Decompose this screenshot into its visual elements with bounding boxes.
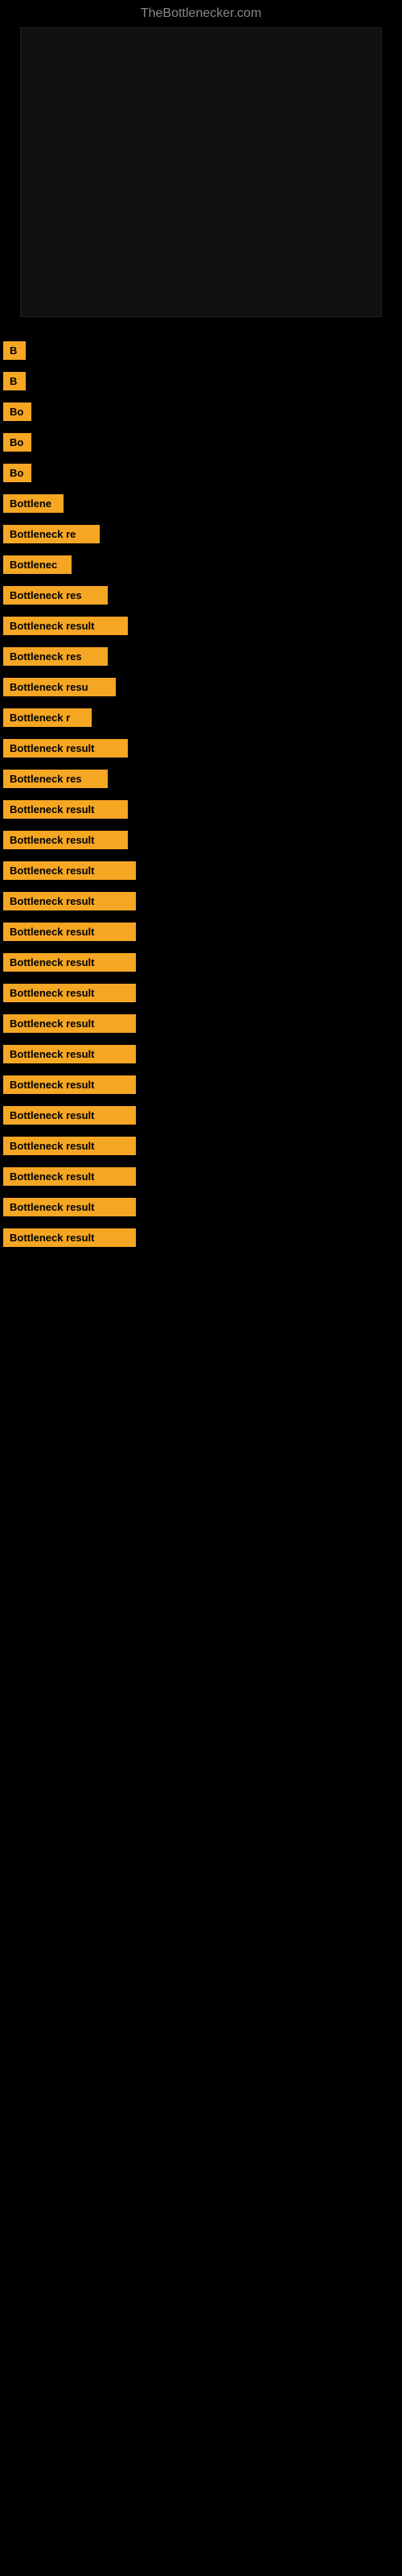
result-row: Bottleneck result <box>3 1228 399 1251</box>
bottleneck-result-badge: Bottleneck resu <box>3 678 116 696</box>
result-row: Bottleneck result <box>3 1014 399 1037</box>
bottleneck-result-badge: Bottleneck result <box>3 739 128 758</box>
bottleneck-result-badge: Bottleneck result <box>3 1106 136 1125</box>
bottleneck-result-badge: Bottleneck re <box>3 525 100 543</box>
bottleneck-result-badge: Bottleneck res <box>3 586 108 605</box>
bottleneck-result-badge: Bottleneck res <box>3 647 108 666</box>
result-row: Bo <box>3 464 399 486</box>
result-row: B <box>3 341 399 364</box>
result-row: Bottleneck result <box>3 1167 399 1190</box>
bottleneck-result-badge: Bottleneck result <box>3 1198 136 1216</box>
result-row: Bottleneck res <box>3 586 399 609</box>
bottleneck-result-badge: Bo <box>3 402 31 421</box>
result-row: Bo <box>3 433 399 456</box>
result-row: Bottleneck result <box>3 617 399 639</box>
result-row: Bo <box>3 402 399 425</box>
bottleneck-result-badge: Bottleneck result <box>3 1228 136 1247</box>
result-row: Bottleneck result <box>3 892 399 914</box>
result-row: Bottleneck result <box>3 831 399 853</box>
result-row: Bottleneck result <box>3 1137 399 1159</box>
result-row: Bottleneck result <box>3 984 399 1006</box>
bottleneck-result-badge: Bottleneck result <box>3 1014 136 1033</box>
result-row: Bottleneck result <box>3 953 399 976</box>
bottleneck-result-badge: Bottleneck result <box>3 800 128 819</box>
result-row: Bottleneck re <box>3 525 399 547</box>
bottleneck-result-badge: B <box>3 341 26 360</box>
result-row: B <box>3 372 399 394</box>
bottleneck-result-badge: Bottleneck result <box>3 1045 136 1063</box>
bottleneck-result-badge: Bottlenec <box>3 555 72 574</box>
bottleneck-result-badge: Bottleneck result <box>3 892 136 910</box>
bottleneck-result-badge: Bottlene <box>3 494 64 513</box>
result-row: Bottleneck result <box>3 923 399 945</box>
result-row: Bottlene <box>3 494 399 517</box>
result-row: Bottleneck result <box>3 739 399 762</box>
results-container: BB Bo Bo Bo Bottlene Bottleneck re Bottlenec Bo… <box>0 341 402 1251</box>
result-row: Bottleneck result <box>3 800 399 823</box>
bottleneck-result-badge: Bo <box>3 433 31 452</box>
bottleneck-result-badge: B <box>3 372 26 390</box>
result-row: Bottleneck result <box>3 1198 399 1220</box>
result-row: Bottleneck result <box>3 1045 399 1067</box>
result-row: Bottleneck result <box>3 1075 399 1098</box>
bottleneck-result-badge: Bottleneck result <box>3 617 128 635</box>
page-wrapper: TheBottlenecker.com BB Bo Bo Bo Bottlene Bott… <box>0 0 402 1251</box>
result-row: Bottleneck result <box>3 861 399 884</box>
bottleneck-result-badge: Bottleneck result <box>3 831 128 849</box>
bottleneck-result-badge: Bottleneck result <box>3 923 136 941</box>
bottleneck-result-badge: Bottleneck res <box>3 770 108 788</box>
bottleneck-result-badge: Bo <box>3 464 31 482</box>
result-row: Bottleneck res <box>3 770 399 792</box>
chart-area <box>0 27 402 333</box>
result-row: Bottlenec <box>3 555 399 578</box>
bottleneck-result-badge: Bottleneck result <box>3 1167 136 1186</box>
result-row: Bottleneck res <box>3 647 399 670</box>
bottleneck-result-badge: Bottleneck result <box>3 1137 136 1155</box>
chart-inner <box>20 27 382 317</box>
bottleneck-result-badge: Bottleneck result <box>3 984 136 1002</box>
bottleneck-result-badge: Bottleneck result <box>3 953 136 972</box>
bottleneck-result-badge: Bottleneck r <box>3 708 92 727</box>
bottleneck-result-badge: Bottleneck result <box>3 861 136 880</box>
bottleneck-result-badge: Bottleneck result <box>3 1075 136 1094</box>
site-title: TheBottlenecker.com <box>0 0 402 27</box>
result-row: Bottleneck result <box>3 1106 399 1129</box>
result-row: Bottleneck resu <box>3 678 399 700</box>
result-row: Bottleneck r <box>3 708 399 731</box>
